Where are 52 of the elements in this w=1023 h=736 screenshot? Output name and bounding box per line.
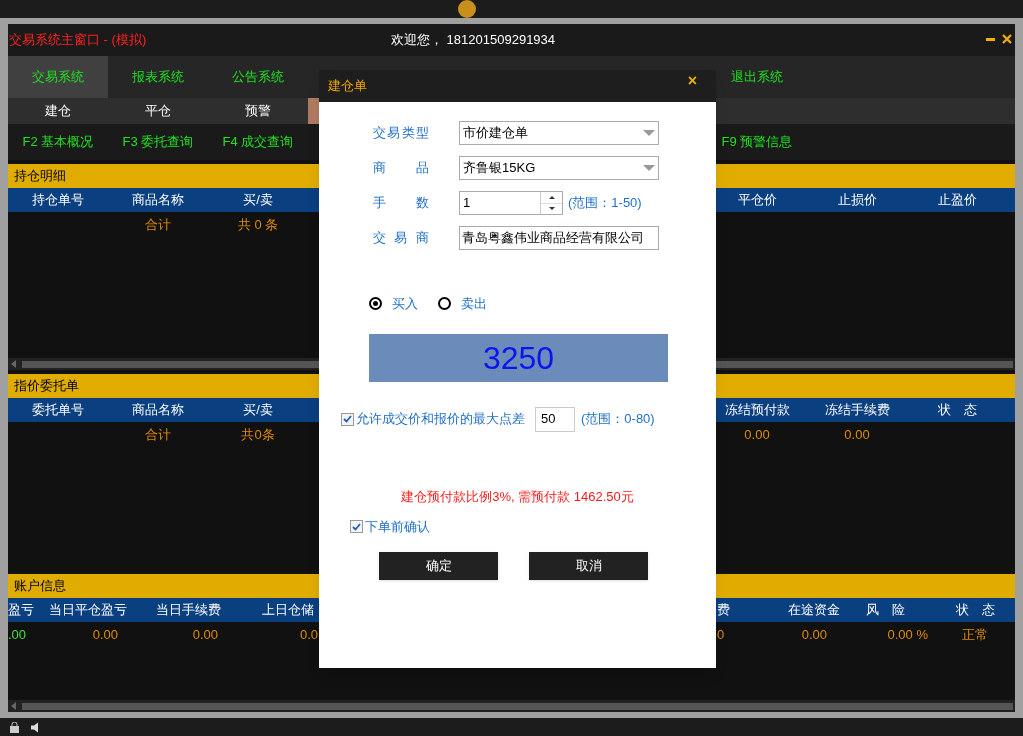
section-title: 账户信息 (14, 577, 66, 596)
column-header: 冻结预付款 (723, 401, 791, 420)
table-cell-text: 0.00 (91, 626, 119, 645)
column-header: 当日平仓盈亏 (48, 601, 128, 620)
column-header: 状 态 (936, 401, 978, 420)
price-display: 3250 (369, 333, 668, 382)
column-header: 在途资金 (787, 601, 841, 620)
column-header: 止损价 (836, 191, 878, 210)
field-label: 商 品 (373, 159, 429, 178)
column-header: 状 态 (955, 601, 996, 620)
table-cell-text: 正常 (960, 626, 989, 645)
table-cell-text: 0.0 (298, 626, 319, 645)
table-cell-text: .00 (8, 626, 28, 645)
range-hint: (范围：0-80) (581, 410, 655, 429)
column-header: 买/卖 (242, 401, 274, 420)
column-header: 商品名称 (131, 191, 185, 210)
table-cell-text: 共 0 条 (236, 216, 280, 235)
prepayment-notice: 建仓预付款比例3%, 需预付款 1462.50元 (400, 487, 635, 506)
table-cell-text: 0.00 (743, 426, 771, 445)
column-header: 持仓单号 (31, 191, 85, 210)
column-header: 冻结手续费 (823, 401, 891, 420)
table-cell-text: 合计 (144, 426, 172, 445)
checkbox-label: 允许成交价和报价的最大点差 (356, 410, 525, 429)
radio-label: 卖出 (461, 295, 487, 313)
table-cell-text: 0.00 % (886, 626, 929, 645)
column-header: 委托单号 (31, 401, 85, 420)
field-label: 手 数 (373, 194, 429, 213)
table-cell-text: 0.00 (800, 626, 828, 645)
checkbox-label: 下单前确认 (365, 518, 430, 536)
table-cell-text: 0.00 (843, 426, 871, 445)
table-cell-text: 合计 (144, 216, 172, 235)
section-title: 指价委托单 (14, 377, 79, 396)
column-header: 费 (717, 601, 731, 620)
column-header: 平仓价 (736, 191, 778, 210)
column-header: 当日手续费 (154, 601, 222, 620)
column-header: 商品名称 (131, 401, 185, 420)
column-header: 盈亏 (8, 601, 35, 620)
column-header: 买/卖 (242, 191, 274, 210)
column-header: 上日仓储 (261, 601, 315, 620)
range-hint: (范围：1-50) (568, 194, 642, 213)
table-cell-text: 0 (717, 626, 726, 645)
window-title: 交易系统主窗口 - (模拟) (8, 31, 147, 50)
column-header: 止盈价 (936, 191, 978, 210)
radio-label: 买入 (392, 295, 418, 313)
welcome-text: 欢迎您， 181201509291934 (391, 31, 556, 50)
field-label: 交易类型 (373, 124, 429, 143)
column-header: 风 险 (864, 601, 906, 620)
table-cell-text: 0.00 (191, 626, 219, 645)
dialog-title: 建仓单 (328, 77, 367, 96)
section-title: 持仓明细 (14, 167, 66, 186)
table-cell-text: 共0条 (240, 426, 276, 445)
field-label: 交 易 商 (373, 229, 429, 248)
